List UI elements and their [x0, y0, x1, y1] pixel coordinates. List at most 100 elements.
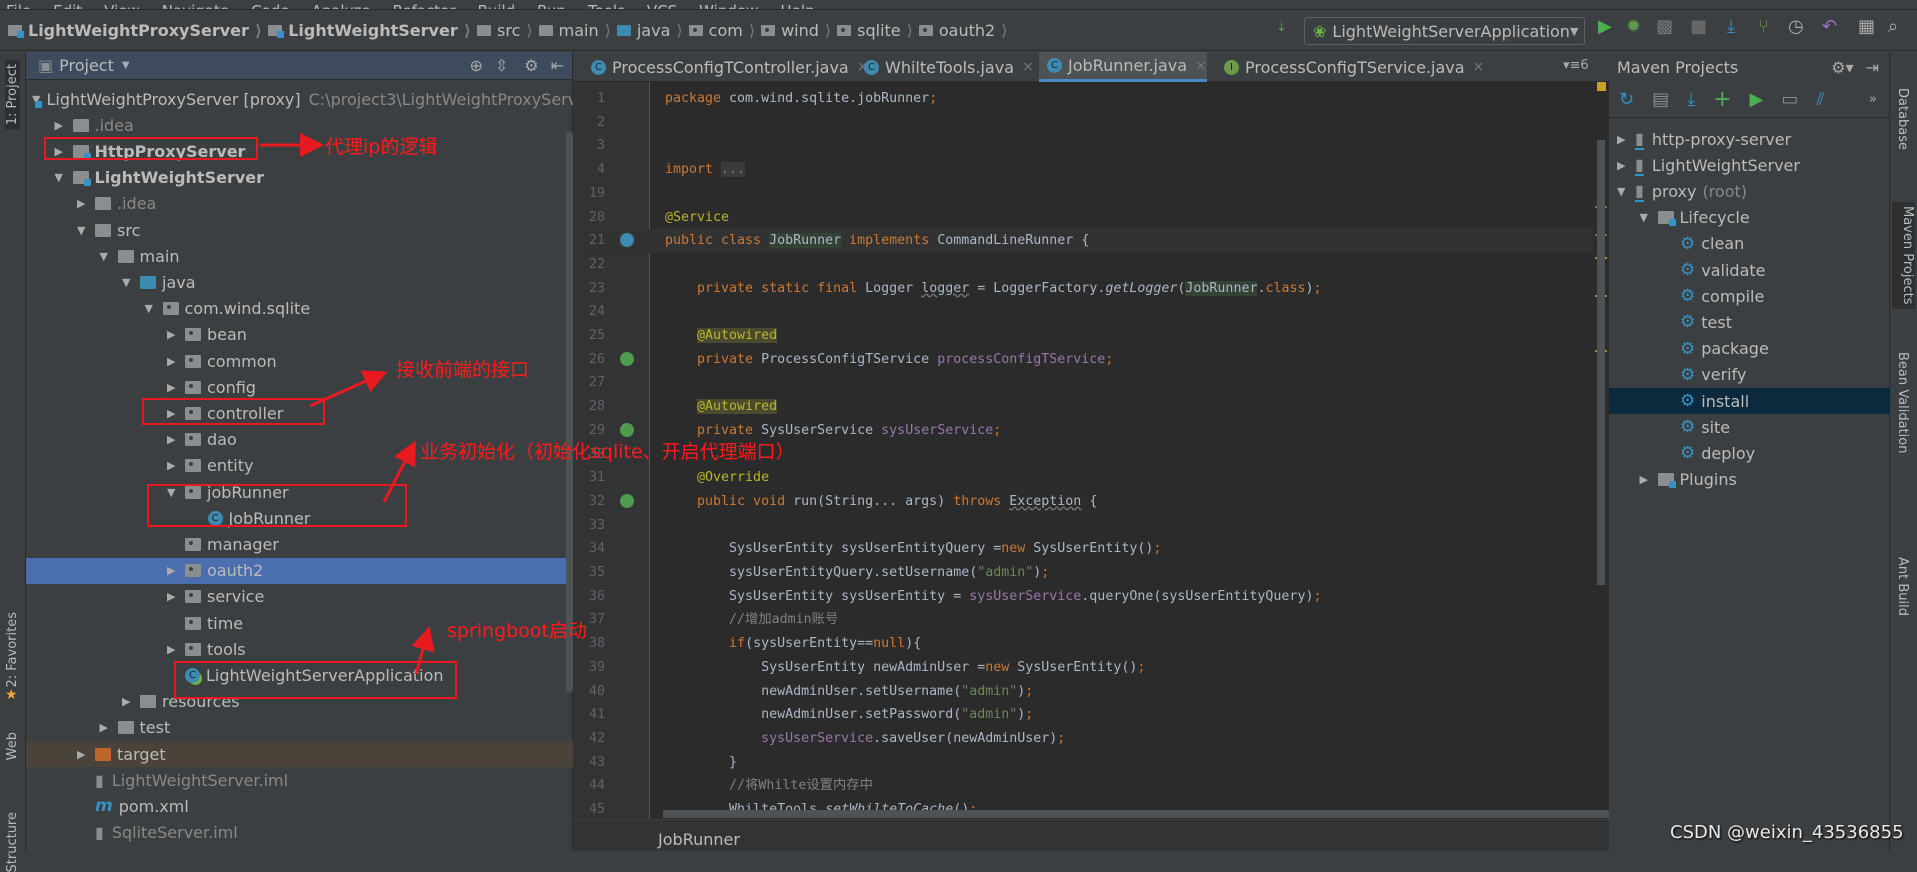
code-token: )	[1305, 280, 1314, 296]
code-token: new	[985, 659, 1018, 675]
hide-panel-icon[interactable]: ⇥	[1866, 58, 1879, 77]
tab-jobrunner-java[interactable]: C JobRunner.java ×	[1039, 52, 1207, 82]
code-token: .queryOne(sysUserEntityQuery)	[1081, 588, 1314, 604]
run-icon[interactable]: ▶	[1750, 89, 1764, 110]
maven-item-label: compile	[1701, 286, 1765, 306]
execute-goal-icon[interactable]: ▭	[1781, 89, 1798, 110]
tab-overflow-button[interactable]: ▾≡6	[1563, 58, 1589, 73]
annotation-boot: springboot启动	[447, 620, 587, 642]
close-icon[interactable]: ×	[1022, 59, 1034, 75]
maven-item-label: install	[1701, 391, 1750, 411]
tool-tab-maven-projects[interactable]: Maven Projects	[1892, 202, 1915, 309]
maven-item-install[interactable]: ⚙ install	[1609, 388, 1890, 414]
chevron-right-icon: ⟩	[1001, 21, 1008, 40]
search-icon[interactable]: ⌕	[1888, 16, 1898, 37]
download-icon[interactable]: ⤓	[1687, 89, 1695, 110]
tab-label: ProcessConfigTService.java	[1245, 57, 1465, 77]
maven-item-clean[interactable]: ⚙ clean	[1609, 231, 1890, 257]
gear-icon: ⚙	[1680, 312, 1696, 333]
history-icon[interactable]: ◷	[1788, 16, 1804, 37]
maven-item-deploy[interactable]: ⚙ deploy	[1609, 440, 1890, 466]
debug-icon[interactable]: ✹	[1626, 16, 1641, 37]
maven-item-validate[interactable]: ⚙ validate	[1609, 257, 1890, 283]
gear-icon: ⚙	[1680, 417, 1696, 438]
maven-item-label: validate	[1701, 260, 1766, 280]
maven-module-icon: ▮	[1635, 180, 1644, 202]
code-token: class	[1265, 280, 1306, 296]
breadcrumb-item[interactable]: oauth2 ⟩	[918, 21, 1008, 40]
breadcrumb-label: oauth2	[938, 21, 996, 40]
tool-tab-database[interactable]: Database	[1895, 88, 1910, 150]
code-token: processConfigTService	[937, 351, 1106, 367]
coverage-icon[interactable]: ▩	[1656, 16, 1673, 37]
collapsed-arrow-icon[interactable]: ▶	[1617, 159, 1635, 172]
gear-icon: ⚙	[1680, 391, 1696, 411]
arrow-jobrunner	[382, 440, 416, 503]
code-token: = LoggerFactory.	[969, 280, 1106, 296]
generate-sources-icon[interactable]: ▤	[1652, 89, 1669, 110]
plugins-folder-icon	[1657, 473, 1676, 489]
vcs-update-icon[interactable]: ⤓	[1727, 16, 1735, 37]
code-token: new	[1001, 541, 1034, 557]
code-token: Exception	[1009, 493, 1082, 509]
maven-item-verify[interactable]: ⚙ verify	[1609, 362, 1890, 388]
expanded-arrow-icon[interactable]: ▼	[1640, 211, 1658, 224]
vcs-commit-icon[interactable]: ⑂	[1758, 16, 1769, 37]
maven-item-site[interactable]: ⚙ site	[1609, 414, 1890, 440]
maven-item-label: http-proxy-server	[1651, 129, 1792, 149]
code-token: logger	[921, 280, 970, 296]
spring-boot-icon: ❀	[1313, 21, 1327, 41]
class-icon: C	[1047, 58, 1062, 73]
maven-toolbar: ↻ ▤ ⤓ + ▶ ▭ ⫽ »	[1609, 82, 1889, 118]
tool-tab-ant-build[interactable]: Ant Build	[1895, 557, 1910, 616]
editor-scrollbar[interactable]	[1597, 140, 1605, 585]
tab-label: WhilteTools.java	[885, 57, 1014, 77]
build-icon[interactable]: ⇣	[1276, 20, 1287, 35]
more-icon[interactable]: »	[1869, 92, 1877, 107]
code-token: CommandLineRunner {	[937, 233, 1090, 249]
skip-tests-icon[interactable]: ⫽	[1816, 89, 1824, 110]
maven-item-label: test	[1701, 312, 1732, 332]
arrow-controller	[309, 370, 388, 408]
gear-icon: ⚙	[1680, 364, 1696, 385]
maven-item-lightweightserver[interactable]: ▶ ▮ LightWeightServer	[1609, 152, 1890, 178]
code-token: "admin"	[977, 565, 1034, 580]
maven-title: Maven Projects	[1617, 57, 1739, 77]
code-token: {	[1081, 493, 1098, 509]
collapsed-arrow-icon[interactable]: ▶	[1640, 473, 1658, 486]
stop-icon[interactable]: ■	[1690, 16, 1707, 37]
maven-item-proxy[interactable]: ▼ ▮ proxy (root)	[1609, 178, 1890, 204]
run-icon[interactable]: ▶	[1598, 16, 1612, 37]
reimport-icon[interactable]: ↻	[1619, 89, 1634, 110]
warning-indicator[interactable]	[1597, 82, 1606, 91]
close-icon[interactable]: ×	[1195, 58, 1207, 74]
maven-item-plugins[interactable]: ▶ Plugins	[1609, 467, 1890, 493]
code-token: JobRunner	[1185, 280, 1258, 296]
maven-item-label: LightWeightServer	[1651, 155, 1800, 175]
maven-item-label: proxy	[1651, 181, 1697, 201]
maven-item-compile[interactable]: ⚙ compile	[1609, 283, 1890, 309]
tab-label: JobRunner.java	[1068, 56, 1188, 75]
collapsed-arrow-icon[interactable]: ▶	[1617, 133, 1635, 146]
expanded-arrow-icon[interactable]: ▼	[1617, 185, 1635, 198]
code-token: SysUserEntity()	[1017, 659, 1138, 675]
gear-icon[interactable]: ⚙▾	[1831, 58, 1853, 77]
maven-item-test[interactable]: ⚙ test	[1609, 309, 1890, 335]
watermark: CSDN @weixin_43536855	[1670, 822, 1904, 843]
code-token: ;	[1153, 541, 1162, 557]
project-structure-icon[interactable]: ▦	[1858, 16, 1875, 37]
tool-tab-bean-validation[interactable]: Bean Validation	[1895, 352, 1910, 453]
code-token: "admin"	[961, 683, 1018, 699]
tab-processconfigtservice-java[interactable]: I ProcessConfigTService.java ×	[1216, 52, 1484, 82]
code-token: ){	[905, 636, 922, 652]
close-icon[interactable]: ×	[1473, 59, 1485, 75]
maven-item-label: deploy	[1701, 443, 1756, 463]
revert-icon[interactable]: ↶	[1822, 16, 1837, 37]
maven-item-http-proxy-server[interactable]: ▶ ▮ http-proxy-server	[1609, 126, 1890, 152]
run-configuration-select[interactable]: ❀ LightWeightServerApplication ▼	[1304, 17, 1585, 45]
maven-item-package[interactable]: ⚙ package	[1609, 336, 1890, 362]
maven-item-lifecycle[interactable]: ▼ Lifecycle	[1609, 205, 1890, 231]
maven-module-icon: ▮	[1635, 154, 1644, 176]
maven-item-label: site	[1701, 417, 1731, 437]
add-icon[interactable]: +	[1713, 87, 1731, 112]
